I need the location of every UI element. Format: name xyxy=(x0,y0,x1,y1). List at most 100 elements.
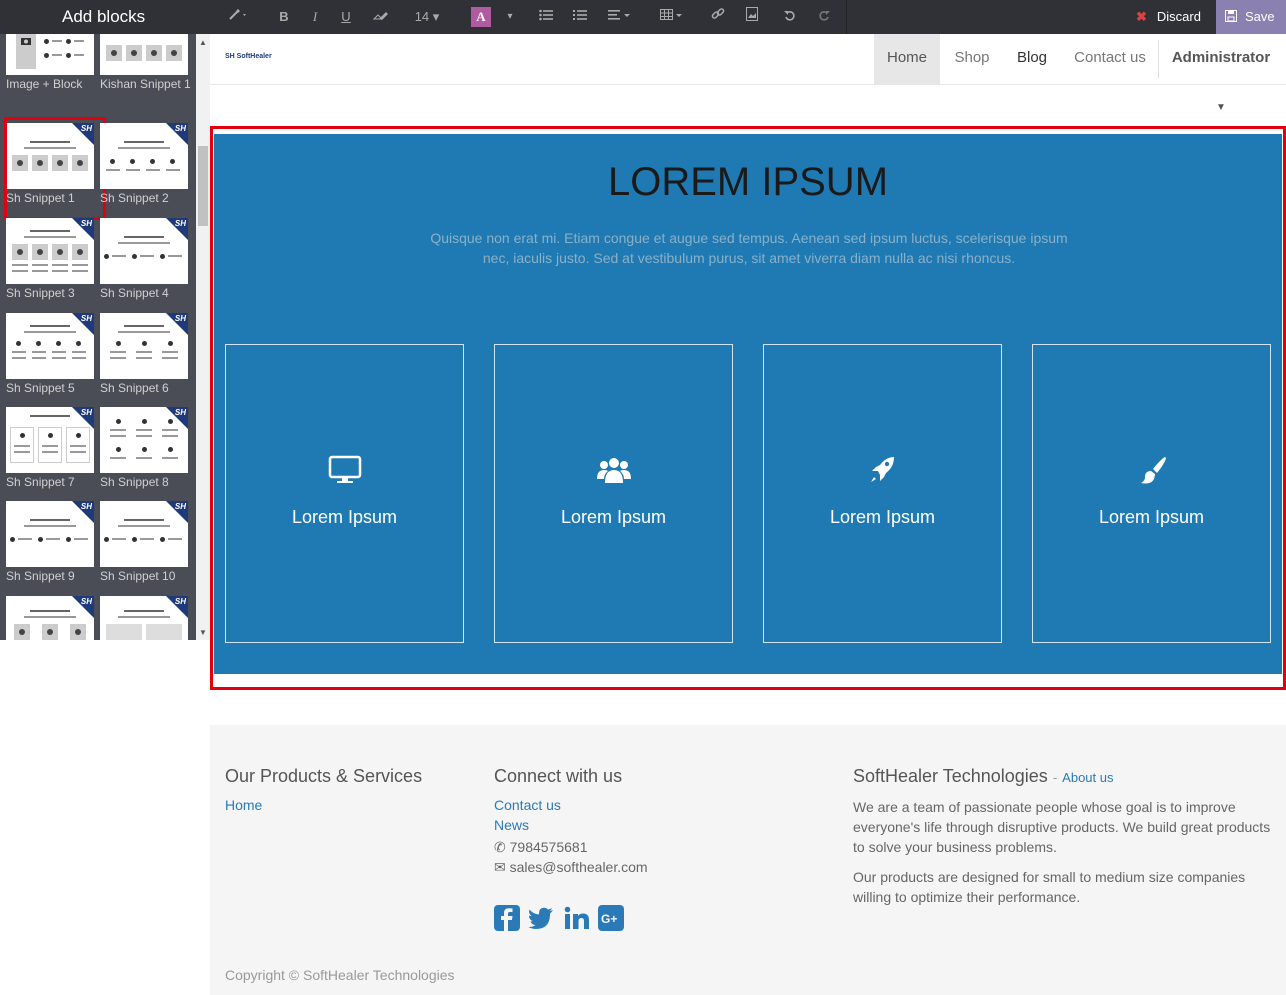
users-icon xyxy=(597,458,631,483)
font-color-swatch: A xyxy=(471,7,491,27)
nav-shop[interactable]: Shop xyxy=(942,34,1002,84)
chevron-down-icon[interactable]: ▾ xyxy=(502,0,518,34)
save-button[interactable]: Save xyxy=(1216,0,1286,34)
snippet-thumbnail: SH xyxy=(100,596,188,640)
snippet-thumbnail xyxy=(6,34,94,75)
redo-icon[interactable] xyxy=(814,0,834,34)
caret-down-icon: ▼ xyxy=(1216,102,1226,113)
feature-card-title: Lorem Ipsum xyxy=(829,507,936,527)
website-canvas: SH SoftHealer Home Shop Blog Contact us … xyxy=(210,34,1286,995)
snippet-label: Sh Snippet 3 xyxy=(6,286,75,300)
sidebar-title: Add blocks xyxy=(0,0,210,34)
monitor-icon xyxy=(328,455,362,483)
footer-email: ✉ sales@softhealer.com xyxy=(494,857,648,877)
company-name: SoftHealer Technologies xyxy=(853,766,1048,786)
facebook-icon[interactable] xyxy=(494,905,520,931)
italic-button[interactable]: I xyxy=(305,0,325,34)
discard-label: Discard xyxy=(1156,9,1201,24)
twitter-icon[interactable] xyxy=(528,905,554,931)
footer-news-link[interactable]: News xyxy=(494,817,529,833)
nav-home[interactable]: Home xyxy=(874,34,940,84)
feature-card-title: Lorem Ipsum xyxy=(1098,507,1205,527)
admin-label: Administrator xyxy=(1171,49,1271,66)
copyright-text: Copyright © SoftHealer Technologies xyxy=(225,967,455,983)
hero-subtitle[interactable]: Quisque non erat mi. Etiam congue et aug… xyxy=(424,228,1074,268)
nav-contact[interactable]: Contact us xyxy=(1066,34,1154,84)
paragraph-align-dropdown[interactable] xyxy=(606,0,634,34)
phone-icon: ✆ xyxy=(494,839,506,855)
scrollbar-thumb[interactable] xyxy=(198,146,208,226)
nav-blog[interactable]: Blog xyxy=(1006,34,1058,84)
snippet-thumbnail: SH xyxy=(6,501,94,567)
connect-heading: Connect with us xyxy=(494,766,623,786)
undo-icon[interactable] xyxy=(780,0,800,34)
envelope-icon: ✉ xyxy=(494,859,506,875)
snippet-thumbnail: SH xyxy=(100,313,188,379)
font-size-value: 14 xyxy=(414,9,430,24)
phone-number: 7984575681 xyxy=(509,839,588,855)
feature-card[interactable]: Lorem Ipsum xyxy=(763,344,1002,643)
eraser-icon[interactable] xyxy=(370,0,392,34)
snippet-thumbnail: SH xyxy=(6,313,94,379)
close-icon: ✖ xyxy=(1136,9,1147,24)
google-plus-icon[interactable]: G+ xyxy=(598,905,624,931)
snippet-thumbnail: SH xyxy=(6,596,94,640)
feature-card-title: Lorem Ipsum xyxy=(291,507,398,527)
discard-button[interactable]: ✖ Discard xyxy=(1126,0,1216,34)
sidebar-scrollbar[interactable]: ▲ ▼ xyxy=(196,34,210,640)
feature-card-title: Lorem Ipsum xyxy=(560,507,667,527)
snippet-thumbnail: SH xyxy=(100,407,188,473)
underline-button[interactable]: U xyxy=(336,0,356,34)
snippet-label: Sh Snippet 5 xyxy=(6,381,75,395)
snippets-sidebar: Add blocks Image + Block Kishan Snippet … xyxy=(0,0,210,640)
font-color-button[interactable]: A xyxy=(470,0,492,34)
paint-brush-icon xyxy=(1141,457,1166,484)
nav-divider xyxy=(1158,40,1159,78)
snippet-label: Sh Snippet 9 xyxy=(6,569,75,583)
heading-dash: - xyxy=(1052,770,1058,785)
snippet-label: Sh Snippet 7 xyxy=(6,475,75,489)
footer-phone: ✆ 7984575681 xyxy=(494,837,588,857)
footer-home-link[interactable]: Home xyxy=(225,797,262,813)
floppy-disk-icon xyxy=(1225,10,1237,22)
link-icon[interactable] xyxy=(708,0,728,34)
about-paragraph-1: We are a team of passionate people whose… xyxy=(853,799,1271,855)
scroll-down-icon[interactable]: ▼ xyxy=(199,628,207,637)
snippet-thumbnail: SH xyxy=(100,501,188,567)
image-icon[interactable] xyxy=(742,0,762,34)
snippet-grid: Image + Block Kishan Snippet 1 SH Sh Sni… xyxy=(0,34,196,640)
site-logo[interactable]: SH SoftHealer xyxy=(225,53,272,60)
snippet-label: Sh Snippet 8 xyxy=(100,475,169,489)
about-us-link[interactable]: About us xyxy=(1062,770,1113,785)
feature-card[interactable]: Lorem Ipsum xyxy=(225,344,464,643)
nav-admin-dropdown[interactable]: Administrator ▼ xyxy=(1168,34,1274,113)
hero-title[interactable]: LOREM IPSUM xyxy=(214,160,1282,205)
unordered-list-icon[interactable] xyxy=(536,0,556,34)
bold-button[interactable]: B xyxy=(274,0,294,34)
snippet-thumbnail: SH xyxy=(100,218,188,284)
scroll-up-icon[interactable]: ▲ xyxy=(199,38,207,47)
snippet-thumbnail: SH xyxy=(100,123,188,189)
site-navbar: SH SoftHealer Home Shop Blog Contact us … xyxy=(210,34,1286,113)
snippet-label: Kishan Snippet 1 xyxy=(100,77,191,91)
products-heading: Our Products & Services xyxy=(225,766,423,786)
snippet-label: Sh Snippet 2 xyxy=(100,191,169,205)
table-icon[interactable] xyxy=(658,0,686,34)
save-label: Save xyxy=(1245,9,1275,24)
editor-toolbar: B I U 14 ▾ A ▾ ✖ Discard Save xyxy=(210,0,1286,34)
snippet-label: Sh Snippet 6 xyxy=(100,381,169,395)
snippet-label: Image + Block xyxy=(6,77,83,91)
snippet-label: Sh Snippet 1 xyxy=(6,191,75,205)
snippet-thumbnail: SH xyxy=(6,407,94,473)
footer-contact-link[interactable]: Contact us xyxy=(494,797,561,813)
font-size-dropdown[interactable]: 14 ▾ xyxy=(410,0,444,34)
feature-card[interactable]: Lorem Ipsum xyxy=(494,344,733,643)
ordered-list-icon[interactable] xyxy=(570,0,590,34)
magic-wand-icon[interactable] xyxy=(226,0,252,34)
hero-section[interactable]: LOREM IPSUM Quisque non erat mi. Etiam c… xyxy=(214,134,1282,674)
site-footer: Our Products & Services Home Connect wit… xyxy=(210,725,1286,995)
email-address: sales@softhealer.com xyxy=(509,859,648,875)
linkedin-icon[interactable] xyxy=(564,905,590,931)
snippet-thumbnail: SH xyxy=(6,218,94,284)
feature-card[interactable]: Lorem Ipsum xyxy=(1032,344,1271,643)
